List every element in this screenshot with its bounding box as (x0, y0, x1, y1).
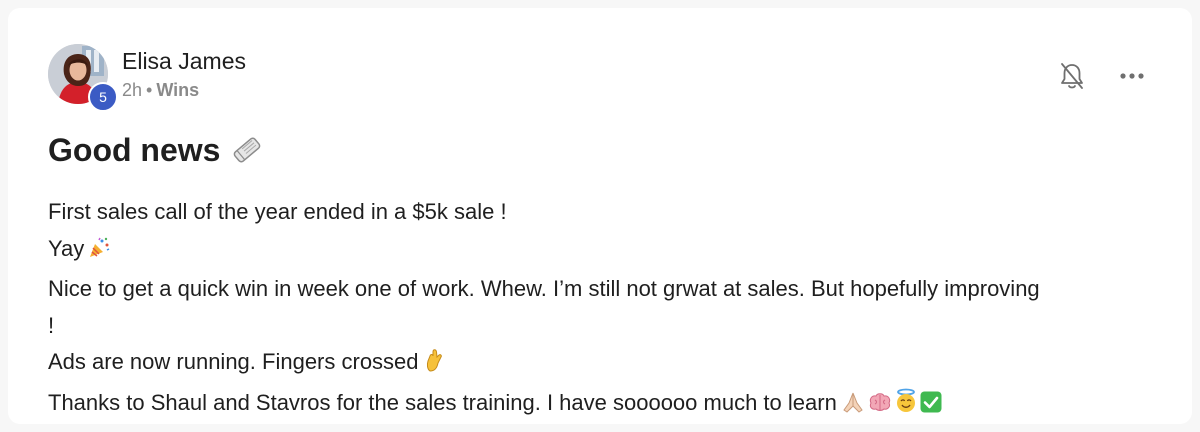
post-line-6-text: Thanks to Shaul and Stavros for the sale… (48, 389, 837, 415)
post-title: Good news (48, 132, 221, 168)
post-line-5: Ads are now running. Fingers crossed (48, 344, 1178, 385)
author-block: Elisa James 2h • Wins (122, 46, 246, 102)
notifications-toggle-button[interactable] (1052, 56, 1092, 96)
post-body: First sales call of the year ended in a … (48, 194, 1178, 425)
post-line-4: ! (48, 312, 55, 338)
crossed-fingers-icon (422, 347, 446, 385)
check-mark-button-icon (919, 389, 943, 426)
post-line-3: Nice to get a quick win in week one of w… (48, 276, 1040, 301)
bell-off-icon (1061, 63, 1083, 89)
rolled-up-newspaper-icon (230, 133, 264, 167)
post-category[interactable]: Wins (156, 80, 199, 100)
post-actions (1052, 56, 1152, 96)
level-badge: 5 (88, 82, 118, 112)
folded-hands-icon (840, 389, 866, 426)
post-card: 5 Elisa James 2h • Wins Good news First … (8, 8, 1192, 424)
post-line-2-text: Yay (48, 235, 85, 261)
brain-icon (867, 389, 893, 426)
post-line-2: Yay (48, 231, 1178, 272)
post-line-1: First sales call of the year ended in a … (48, 199, 507, 224)
meta-separator: • (146, 80, 153, 100)
author-name[interactable]: Elisa James (122, 46, 246, 76)
post-header: 5 Elisa James 2h • Wins (48, 44, 246, 112)
more-options-button[interactable] (1112, 56, 1152, 96)
post-line-5-text: Ads are now running. Fingers crossed (48, 349, 419, 374)
party-popper-icon (87, 235, 111, 272)
post-meta: 2h • Wins (122, 78, 246, 102)
post-line-6: Thanks to Shaul and Stavros for the sale… (48, 385, 1178, 426)
post-title-row: Good news (48, 130, 264, 170)
post-time: 2h (122, 80, 143, 100)
author-avatar-wrap[interactable]: 5 (48, 44, 118, 112)
more-horizontal-icon (1120, 73, 1144, 79)
smiling-face-with-halo-icon (894, 388, 918, 426)
